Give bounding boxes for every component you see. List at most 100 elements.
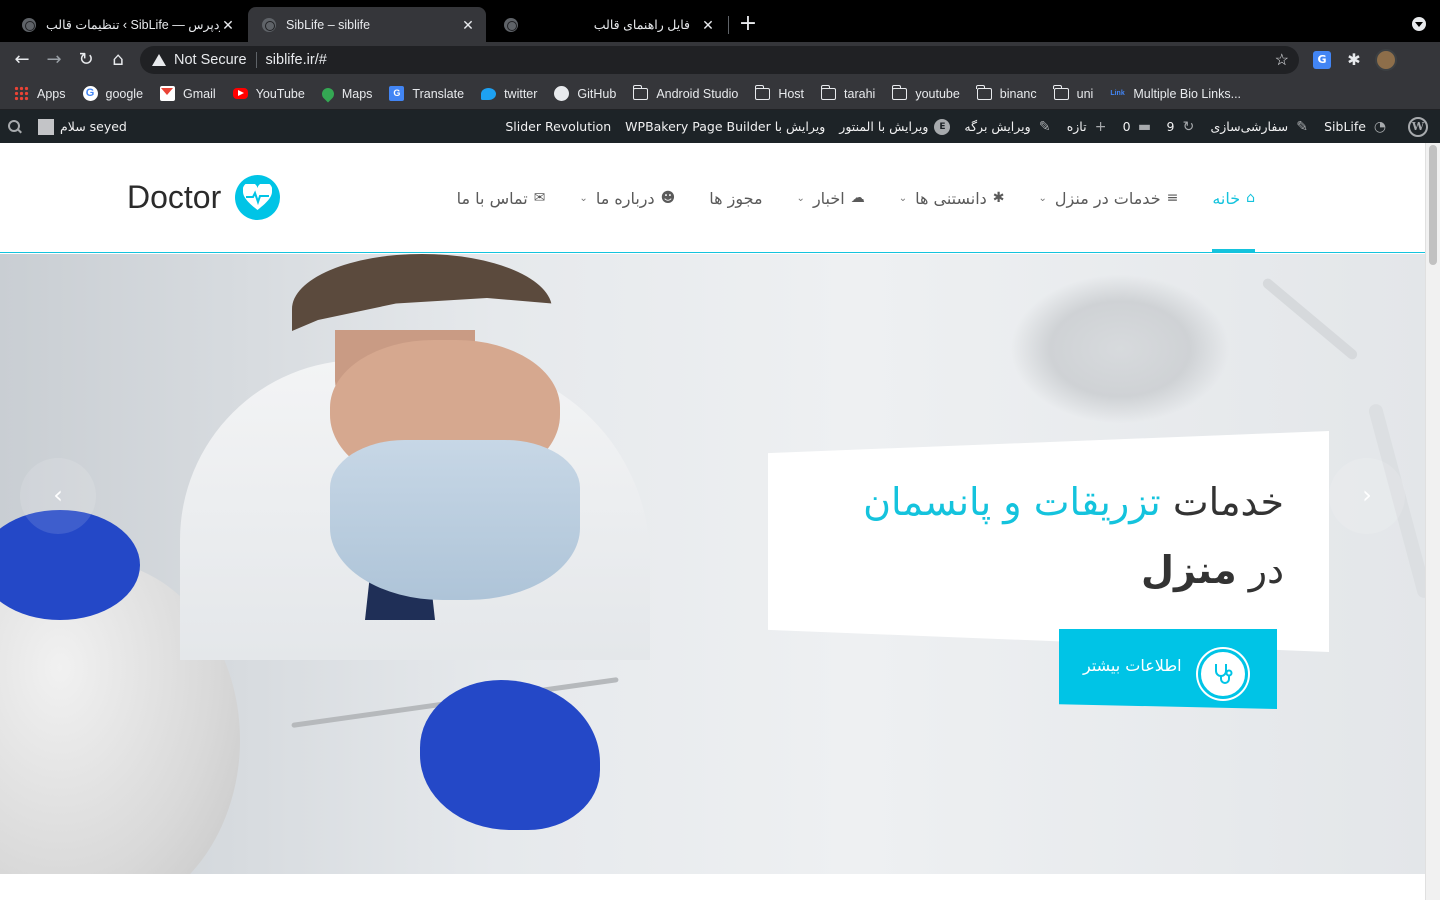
bookmark-gmail[interactable]: Gmail [160, 86, 216, 101]
folder-icon [891, 84, 908, 100]
hero-doctor-mask [330, 440, 580, 600]
bookmark-google[interactable]: Ggoogle [82, 86, 144, 101]
chevron-down-icon: ⌄ [579, 192, 588, 204]
menu-item-news[interactable]: ☁ اخبار ⌄ [797, 143, 865, 253]
bookmark-twitter[interactable]: twitter [481, 87, 537, 101]
search-icon[interactable] [8, 119, 22, 134]
reload-button[interactable]: ↻ [74, 48, 98, 72]
hero-title-highlight: تزریقات و پانسمان [863, 480, 1161, 524]
address-bar[interactable]: Not Secure siblife.ir/# ☆ [140, 46, 1299, 74]
site-name-label: SibLife [1324, 119, 1366, 134]
home-button[interactable]: ⌂ [106, 48, 130, 72]
brush-icon: ✎ [1296, 118, 1308, 135]
admin-wpbakery[interactable]: ویرایش با WPBakery Page Builder [625, 119, 825, 134]
tab-title: فایل راهنمای قالب [593, 18, 690, 32]
bookmark-folder-android-studio[interactable]: Android Studio [632, 84, 739, 101]
site-logo[interactable]: Doctor [127, 175, 281, 220]
browser-tab[interactable]: فایل راهنمای قالب ✕ [490, 7, 726, 42]
updates-count: 9 [1166, 119, 1175, 134]
tab-close-button[interactable]: ✕ [220, 17, 236, 33]
admin-new[interactable]: + تازه [1067, 119, 1109, 135]
menu-item-contact[interactable]: ✉ تماس با ما [457, 143, 546, 253]
dashboard-icon: ◔ [1373, 118, 1387, 135]
bookmark-translate[interactable]: G Translate [389, 86, 464, 101]
admin-comments[interactable]: ▬ 0 [1123, 119, 1153, 135]
bookmark-label: tarahi [844, 86, 876, 101]
page-content-below-slider [0, 874, 1425, 900]
admin-slider-revolution[interactable]: Slider Revolution [505, 119, 611, 134]
globe-icon [262, 17, 276, 32]
url-text[interactable]: siblife.ir/# [266, 52, 327, 68]
admin-customize[interactable]: ✎ سفارشی‌سازی [1210, 119, 1310, 135]
bookmark-folder-binanc[interactable]: binanc [976, 84, 1037, 101]
bookmark-youtube[interactable]: YouTube [232, 87, 305, 101]
bookmark-label: Apps [37, 86, 66, 101]
avatar[interactable] [38, 118, 54, 135]
chevron-down-icon: ⌄ [898, 192, 908, 204]
admin-edit-page[interactable]: ✎ ویرایش برگه [964, 119, 1052, 135]
menu-item-label: خدمات در منزل [1054, 188, 1161, 208]
folder-icon [632, 84, 649, 100]
tab-close-button[interactable]: ✕ [700, 17, 716, 33]
back-button[interactable]: ← [10, 48, 34, 72]
more-info-label[interactable]: اطلاعات بیشتر [1083, 656, 1182, 675]
scrollbar-thumb[interactable] [1429, 145, 1437, 265]
menu-item-home-services[interactable]: ≡ خدمات در منزل ⌄ [1039, 143, 1179, 253]
menu-item-about[interactable]: ☻ درباره ما ⌄ [579, 143, 675, 253]
menu-item-label: مجوز ها [709, 188, 763, 208]
link-icon: Link [1110, 90, 1125, 97]
address-divider [255, 52, 257, 68]
slider-next-button[interactable]: › [1329, 458, 1405, 534]
chevron-down-icon: ⌄ [796, 192, 805, 204]
new-label: تازه [1066, 119, 1087, 134]
admin-elementor[interactable]: E ویرایش با المنتور [839, 118, 951, 135]
menu-item-home[interactable]: ⌂ خانه [1212, 143, 1255, 253]
menu-item-licenses[interactable]: مجوز ها [709, 143, 762, 253]
youtube-icon [232, 88, 248, 99]
menu-item-label: اخبار [812, 188, 845, 208]
bookmark-github[interactable]: GitHub [554, 86, 616, 101]
tab-search-icon[interactable] [1412, 17, 1426, 31]
admin-site-name[interactable]: ◔ SibLife [1324, 119, 1388, 135]
tab-close-button[interactable]: ✕ [460, 17, 476, 33]
warning-icon[interactable] [152, 54, 166, 66]
menu-item-knowledge[interactable]: ✱ دانستنی ها ⌄ [899, 143, 1005, 253]
bookmark-folder-tarahi[interactable]: tarahi [820, 84, 876, 101]
tab-title: تنظیمات قالب ‹ SibLife — وردپرس [46, 18, 220, 32]
globe-icon [504, 17, 518, 32]
comment-icon: ▬ [1137, 118, 1152, 135]
apps-icon [14, 86, 29, 101]
bookmark-folder-youtube[interactable]: youtube [891, 84, 960, 101]
admin-greeting[interactable]: سلام seyed [60, 119, 127, 134]
profile-avatar[interactable] [1375, 49, 1397, 71]
page-scrollbar[interactable] [1425, 143, 1440, 900]
bookmark-folder-uni[interactable]: uni [1053, 84, 1093, 101]
bookmark-label: twitter [504, 86, 538, 101]
new-tab-button[interactable]: + [736, 13, 760, 37]
admin-updates[interactable]: ↻ 9 [1167, 119, 1197, 135]
tab-separator [728, 16, 729, 34]
bookmark-multiple-bio-links[interactable]: Link Multiple Bio Links... [1110, 86, 1241, 101]
list-icon: ≡ [1166, 190, 1179, 206]
folder-icon [1053, 84, 1069, 100]
bookmark-folder-host[interactable]: Host [754, 84, 804, 101]
hero-background-arm [1260, 276, 1360, 362]
wp-logo-menu[interactable]: W [1402, 116, 1428, 137]
forward-button[interactable]: → [42, 48, 66, 72]
browser-tab[interactable]: تنظیمات قالب ‹ SibLife — وردپرس ✕ [8, 7, 246, 42]
bookmark-maps[interactable]: Maps [319, 85, 372, 102]
bookmark-star-icon[interactable]: ☆ [1275, 50, 1289, 70]
translate-extension-icon[interactable]: G [1313, 51, 1331, 69]
slider-prev-button[interactable]: ‹ [20, 458, 96, 534]
bookmark-label: Android Studio [656, 86, 739, 101]
hero-title-line2-prefix: در [1248, 548, 1284, 592]
browser-tab-active[interactable]: SibLife – siblife ✕ [248, 7, 486, 42]
security-label[interactable]: Not Secure [174, 52, 247, 68]
site-header: Doctor ⌂ خانه ≡ خدمات در منزل ⌄ ✱ دانستن… [0, 143, 1425, 253]
bookmark-label: google [105, 86, 144, 101]
stethoscope-icon[interactable] [1198, 649, 1248, 699]
extensions-icon[interactable]: ✱ [1345, 51, 1363, 69]
bookmark-apps[interactable]: Apps [14, 86, 66, 101]
asterisk-icon: ✱ [992, 190, 1005, 206]
heart-pulse-icon [235, 175, 281, 220]
